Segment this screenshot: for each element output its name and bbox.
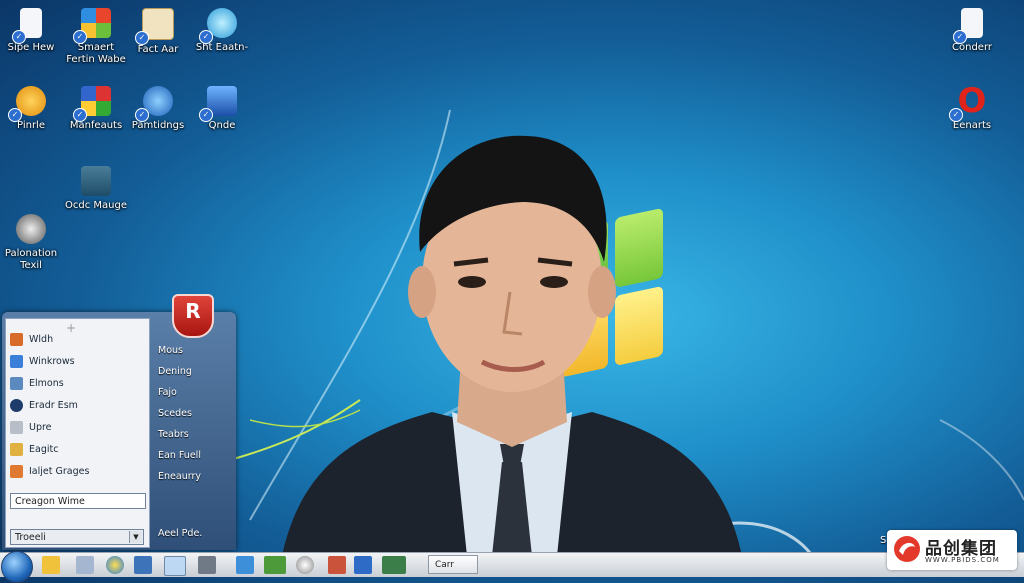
desktop-icon[interactable]: ✓ Smaert Fertin Wabe bbox=[62, 8, 130, 66]
desktop-icon[interactable]: Palonation Texil bbox=[0, 214, 65, 272]
start-menu-link[interactable]: Ean Fuell bbox=[158, 450, 201, 461]
desktop-icon[interactable]: ✓ Sht Eaatn- bbox=[188, 8, 256, 54]
app-icon bbox=[10, 465, 23, 478]
person-photo bbox=[282, 135, 742, 556]
desktop-icon[interactable]: ✓ Qnde bbox=[188, 86, 256, 132]
start-menu-item[interactable]: Ialjet Grages bbox=[10, 463, 144, 481]
start-menu-programs-pane: + Wldh Winkrows Elmons Eradr Esm Upre Ea… bbox=[5, 318, 150, 548]
start-menu-item-label: Elmons bbox=[29, 378, 64, 389]
envelope-icon: ✓ bbox=[135, 8, 174, 45]
user-badge-icon[interactable]: R bbox=[172, 294, 214, 338]
desktop-icon[interactable]: Ocdc Mauge bbox=[62, 166, 130, 212]
start-menu-link[interactable]: Scedes bbox=[158, 408, 192, 419]
windows-icon: ✓ bbox=[73, 8, 111, 44]
taskbar: Carr S bbox=[0, 535, 1024, 583]
start-menu-item-label: Wldh bbox=[29, 334, 54, 345]
help-icon: ✓ bbox=[8, 86, 46, 122]
desktop-icon-label: Eenarts bbox=[952, 120, 992, 131]
start-menu-item[interactable]: Eradr Esm bbox=[10, 397, 144, 415]
start-menu-item-label: Ialjet Grages bbox=[29, 466, 90, 477]
opera-icon: O ✓ bbox=[949, 84, 987, 122]
watermark-url: WWW.PBIDS.COM bbox=[925, 556, 1000, 564]
desktop-icon[interactable]: ✓ Conderr bbox=[938, 8, 1006, 54]
explorer-icon[interactable] bbox=[76, 556, 94, 574]
start-menu-link[interactable]: Dening bbox=[158, 366, 192, 377]
desktop-icon-label: Palonation Texil bbox=[4, 248, 58, 271]
start-menu-item-label: Winkrows bbox=[29, 356, 75, 367]
app-icon[interactable] bbox=[328, 556, 346, 574]
desktop-icon[interactable]: ✓ Sipe Hew bbox=[0, 8, 65, 54]
start-menu-link[interactable]: Teabrs bbox=[158, 429, 189, 440]
start-menu-link[interactable]: Mous bbox=[158, 345, 183, 356]
desktop-icon[interactable]: ✓ Fact Aar bbox=[124, 8, 192, 56]
start-menu-item-label: Eradr Esm bbox=[29, 400, 78, 411]
app-icon bbox=[10, 443, 23, 456]
apps-grid-icon: ✓ bbox=[73, 86, 111, 122]
start-menu-link[interactable]: Eneaurry bbox=[158, 471, 201, 482]
app-icon bbox=[10, 355, 23, 368]
app-icon bbox=[10, 333, 23, 346]
app-icon bbox=[10, 377, 23, 390]
start-search-input[interactable]: Creagon Wime bbox=[10, 493, 146, 509]
desktop-icon-label: Sipe Hew bbox=[7, 42, 55, 53]
shutdown-button[interactable]: Aeel Pde. bbox=[158, 528, 202, 539]
app-icon[interactable] bbox=[354, 556, 372, 574]
document-icon: ✓ bbox=[953, 8, 983, 44]
desktop-icon[interactable]: O ✓ Eenarts bbox=[938, 84, 1006, 132]
start-menu-item[interactable]: Eagitc bbox=[10, 441, 144, 459]
desktop-icon-label: Fact Aar bbox=[137, 44, 179, 55]
start-button[interactable] bbox=[1, 551, 33, 583]
desktop-icon-label: Ocdc Mauge bbox=[65, 200, 127, 211]
desktop-icon-label: Qnde bbox=[208, 120, 236, 131]
start-menu-item-label: Eagitc bbox=[29, 444, 59, 455]
start-menu-item[interactable]: Elmons bbox=[10, 375, 144, 393]
security-icon: ✓ bbox=[199, 86, 237, 122]
desktop-icon[interactable]: ✓ Pinrle bbox=[0, 86, 65, 132]
app-icon bbox=[10, 399, 23, 412]
start-menu-item[interactable]: Upre bbox=[10, 419, 144, 437]
browser-icon[interactable] bbox=[106, 556, 124, 574]
desktop-icon-label: Smaert Fertin Wabe bbox=[66, 42, 126, 65]
window-icon[interactable] bbox=[164, 556, 186, 576]
app-icon[interactable] bbox=[382, 556, 406, 574]
brand-logo-icon bbox=[894, 536, 920, 562]
app-icon[interactable] bbox=[236, 556, 254, 574]
chevron-down-icon[interactable]: ▼ bbox=[129, 531, 142, 543]
monitor-icon bbox=[81, 166, 111, 196]
start-menu-dropdown[interactable]: Troeeli ▼ bbox=[10, 529, 144, 545]
start-menu-item-label: Upre bbox=[29, 422, 52, 433]
dropdown-value: Troeeli bbox=[15, 532, 46, 543]
app-icon[interactable] bbox=[198, 556, 216, 574]
browser-icon: ✓ bbox=[199, 8, 237, 44]
watermark: 品创集团 WWW.PBIDS.COM bbox=[887, 530, 1017, 570]
document-icon: ✓ bbox=[12, 8, 42, 44]
media-icon[interactable] bbox=[134, 556, 152, 574]
monitor-icon[interactable] bbox=[264, 556, 286, 574]
desktop-icon-label: Pinrle bbox=[17, 120, 45, 131]
app-icon bbox=[10, 421, 23, 434]
tray-letter: S bbox=[880, 535, 887, 546]
desktop-icon[interactable]: ✓ Pamtidngs bbox=[124, 86, 192, 132]
start-menu-link[interactable]: Fajo bbox=[158, 387, 177, 398]
search-icon[interactable] bbox=[296, 556, 314, 574]
start-menu-item[interactable]: Wldh bbox=[10, 331, 144, 349]
folder-icon[interactable] bbox=[42, 556, 60, 574]
gear-icon bbox=[16, 214, 46, 244]
globe-icon: ✓ bbox=[135, 86, 173, 122]
desktop-icon[interactable]: ✓ Manfeauts bbox=[62, 86, 130, 132]
start-menu-item[interactable]: Winkrows bbox=[10, 353, 144, 371]
taskbar-window-button[interactable]: Carr bbox=[428, 555, 478, 574]
start-menu: R + Wldh Winkrows Elmons Eradr Esm Upre … bbox=[2, 294, 236, 550]
